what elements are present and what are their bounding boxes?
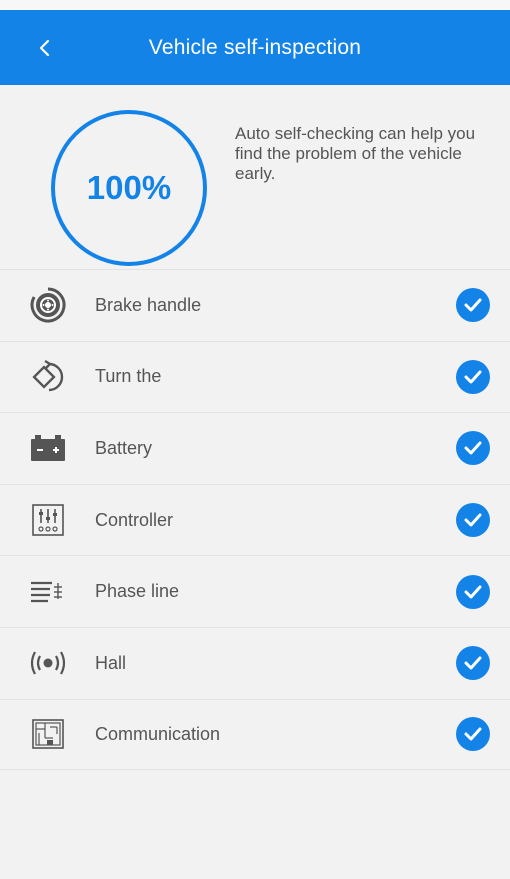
list-item-hall[interactable]: Hall	[0, 626, 510, 699]
item-label: Brake handle	[95, 294, 202, 315]
list-item-controller[interactable]: Controller	[0, 483, 510, 556]
turn-arrow-icon	[22, 357, 74, 397]
check-icon	[456, 431, 490, 466]
battery-icon	[22, 428, 74, 468]
progress-percent: 100%	[86, 169, 172, 206]
controller-icon	[22, 500, 74, 540]
brake-disc-icon	[22, 285, 74, 325]
back-button[interactable]	[28, 10, 62, 85]
check-icon	[456, 288, 490, 323]
chevron-left-icon	[39, 39, 50, 56]
phase-line-icon	[22, 572, 74, 612]
item-label: Hall	[95, 652, 127, 673]
status-bar-strip	[0, 0, 510, 10]
item-label: Turn the	[95, 366, 162, 387]
item-label: Controller	[95, 509, 174, 530]
inspection-list: Brake handle Turn the Battery Controller…	[0, 269, 510, 771]
item-label: Phase line	[95, 581, 180, 602]
summary-panel: 100% Auto self-checking can help you fin…	[0, 85, 510, 269]
list-item-communication[interactable]: Communication	[0, 698, 510, 771]
list-item-battery[interactable]: Battery	[0, 412, 510, 484]
item-label: Communication	[95, 723, 221, 744]
app-bar: Vehicle self-inspection	[0, 10, 510, 85]
communication-icon	[22, 714, 74, 754]
check-icon	[456, 717, 490, 752]
item-label: Battery	[95, 437, 153, 458]
check-icon	[456, 359, 490, 394]
check-icon	[456, 503, 490, 538]
list-item-phase-line[interactable]: Phase line	[0, 555, 510, 627]
list-item-turn[interactable]: Turn the	[0, 340, 510, 413]
summary-description: Auto self-checking can help you find the…	[235, 124, 476, 183]
progress-ring: 100%	[51, 110, 207, 266]
check-icon	[456, 646, 490, 681]
hall-sensor-icon	[22, 643, 74, 683]
page-title: Vehicle self-inspection	[148, 35, 362, 59]
list-item-brake-handle[interactable]: Brake handle	[0, 269, 510, 341]
check-icon	[456, 574, 490, 609]
